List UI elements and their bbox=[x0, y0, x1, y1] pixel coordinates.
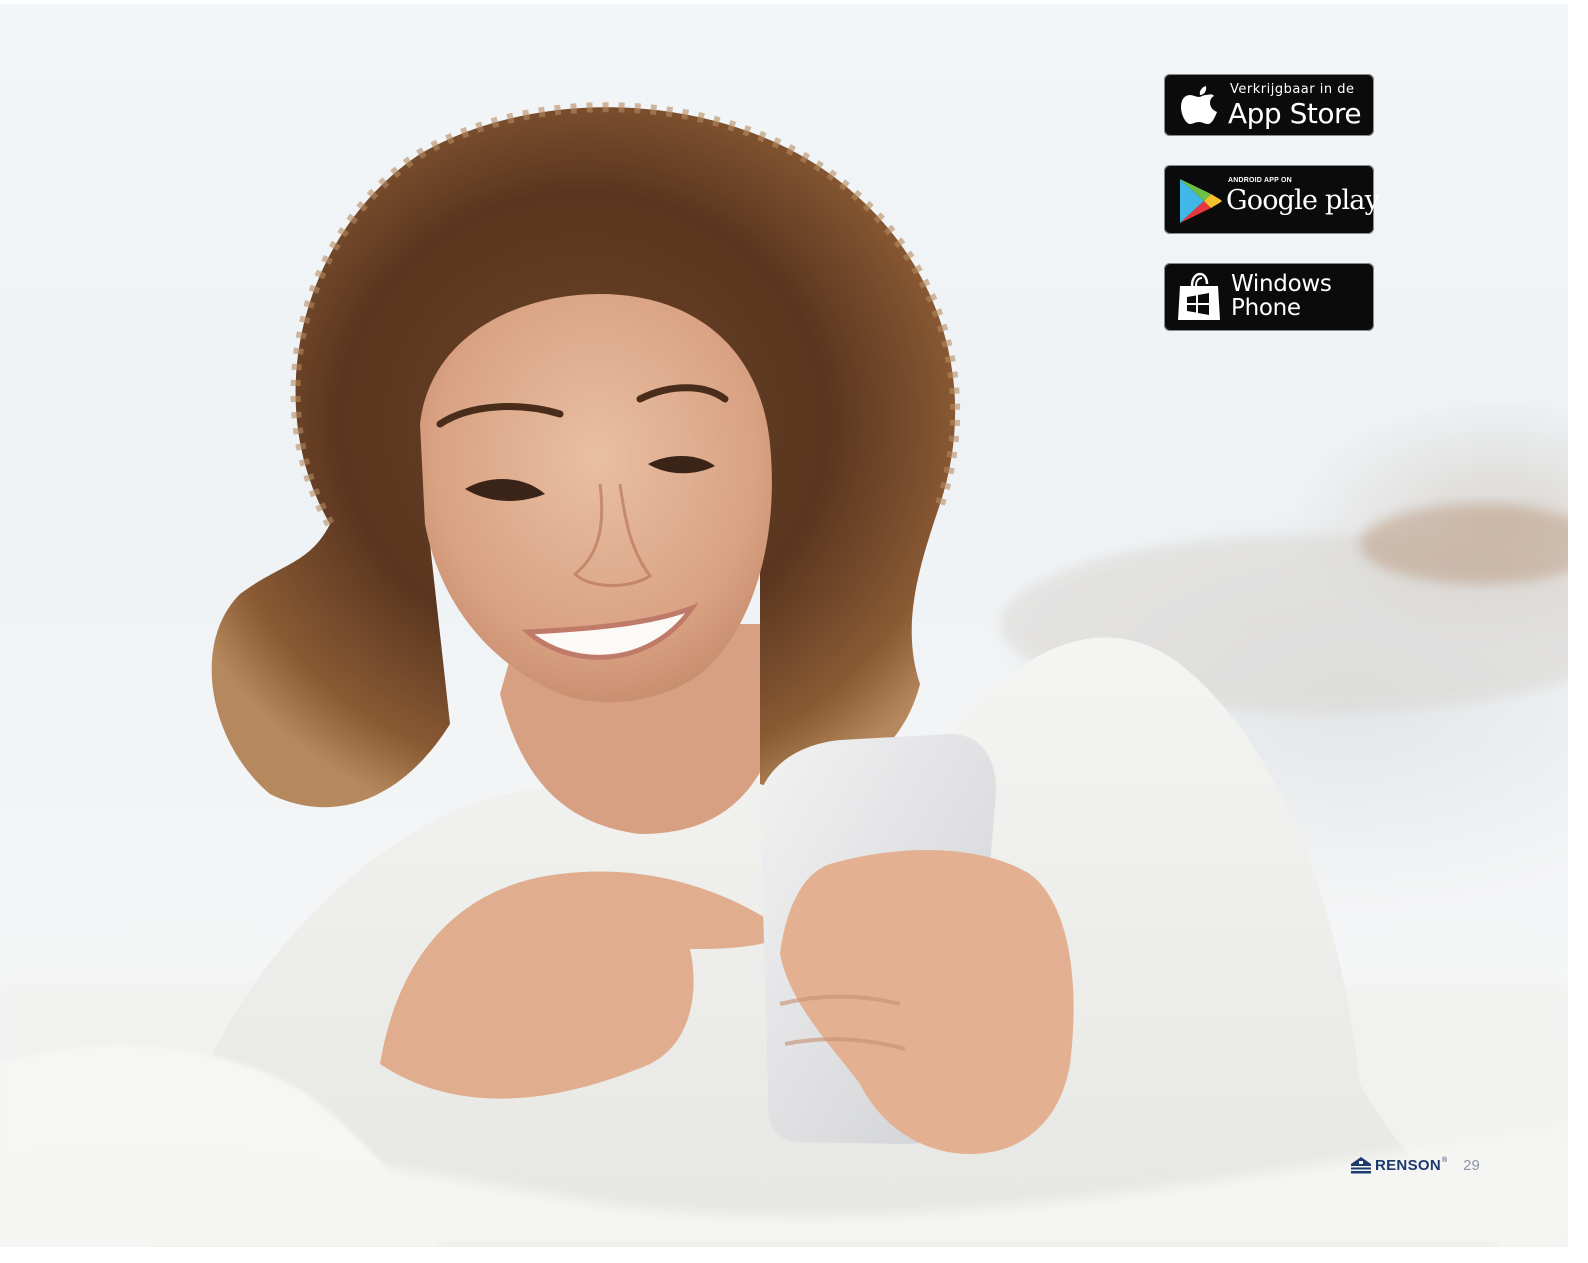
house-logo-icon bbox=[1351, 1157, 1371, 1174]
page-number: 29 bbox=[1463, 1156, 1480, 1174]
windows-store-icon bbox=[1178, 272, 1220, 320]
windows-phone-label-line1: Windows bbox=[1231, 271, 1332, 297]
page: Verkrijgbaar in de App Store ANDROID APP… bbox=[0, 0, 1588, 1263]
google-play-label: Google play bbox=[1226, 185, 1380, 216]
renson-logo: RENSON ® bbox=[1350, 1156, 1447, 1174]
google-play-small-label: ANDROID APP ON bbox=[1228, 177, 1292, 184]
app-store-label: App Store bbox=[1228, 97, 1362, 130]
windows-phone-badge[interactable]: Windows Phone bbox=[1164, 263, 1374, 331]
registered-mark: ® bbox=[1441, 1156, 1448, 1164]
apple-icon bbox=[1181, 86, 1217, 124]
app-store-small-label: Verkrijgbaar in de bbox=[1230, 82, 1355, 97]
app-store-badge[interactable]: Verkrijgbaar in de App Store bbox=[1164, 74, 1374, 136]
windows-phone-label-line2: Phone bbox=[1231, 295, 1301, 321]
brand-name: RENSON bbox=[1375, 1156, 1441, 1174]
google-play-badge[interactable]: ANDROID APP ON Google play bbox=[1164, 165, 1380, 234]
google-play-icon bbox=[1180, 179, 1222, 223]
page-footer: RENSON ® 29 bbox=[1350, 1153, 1480, 1177]
